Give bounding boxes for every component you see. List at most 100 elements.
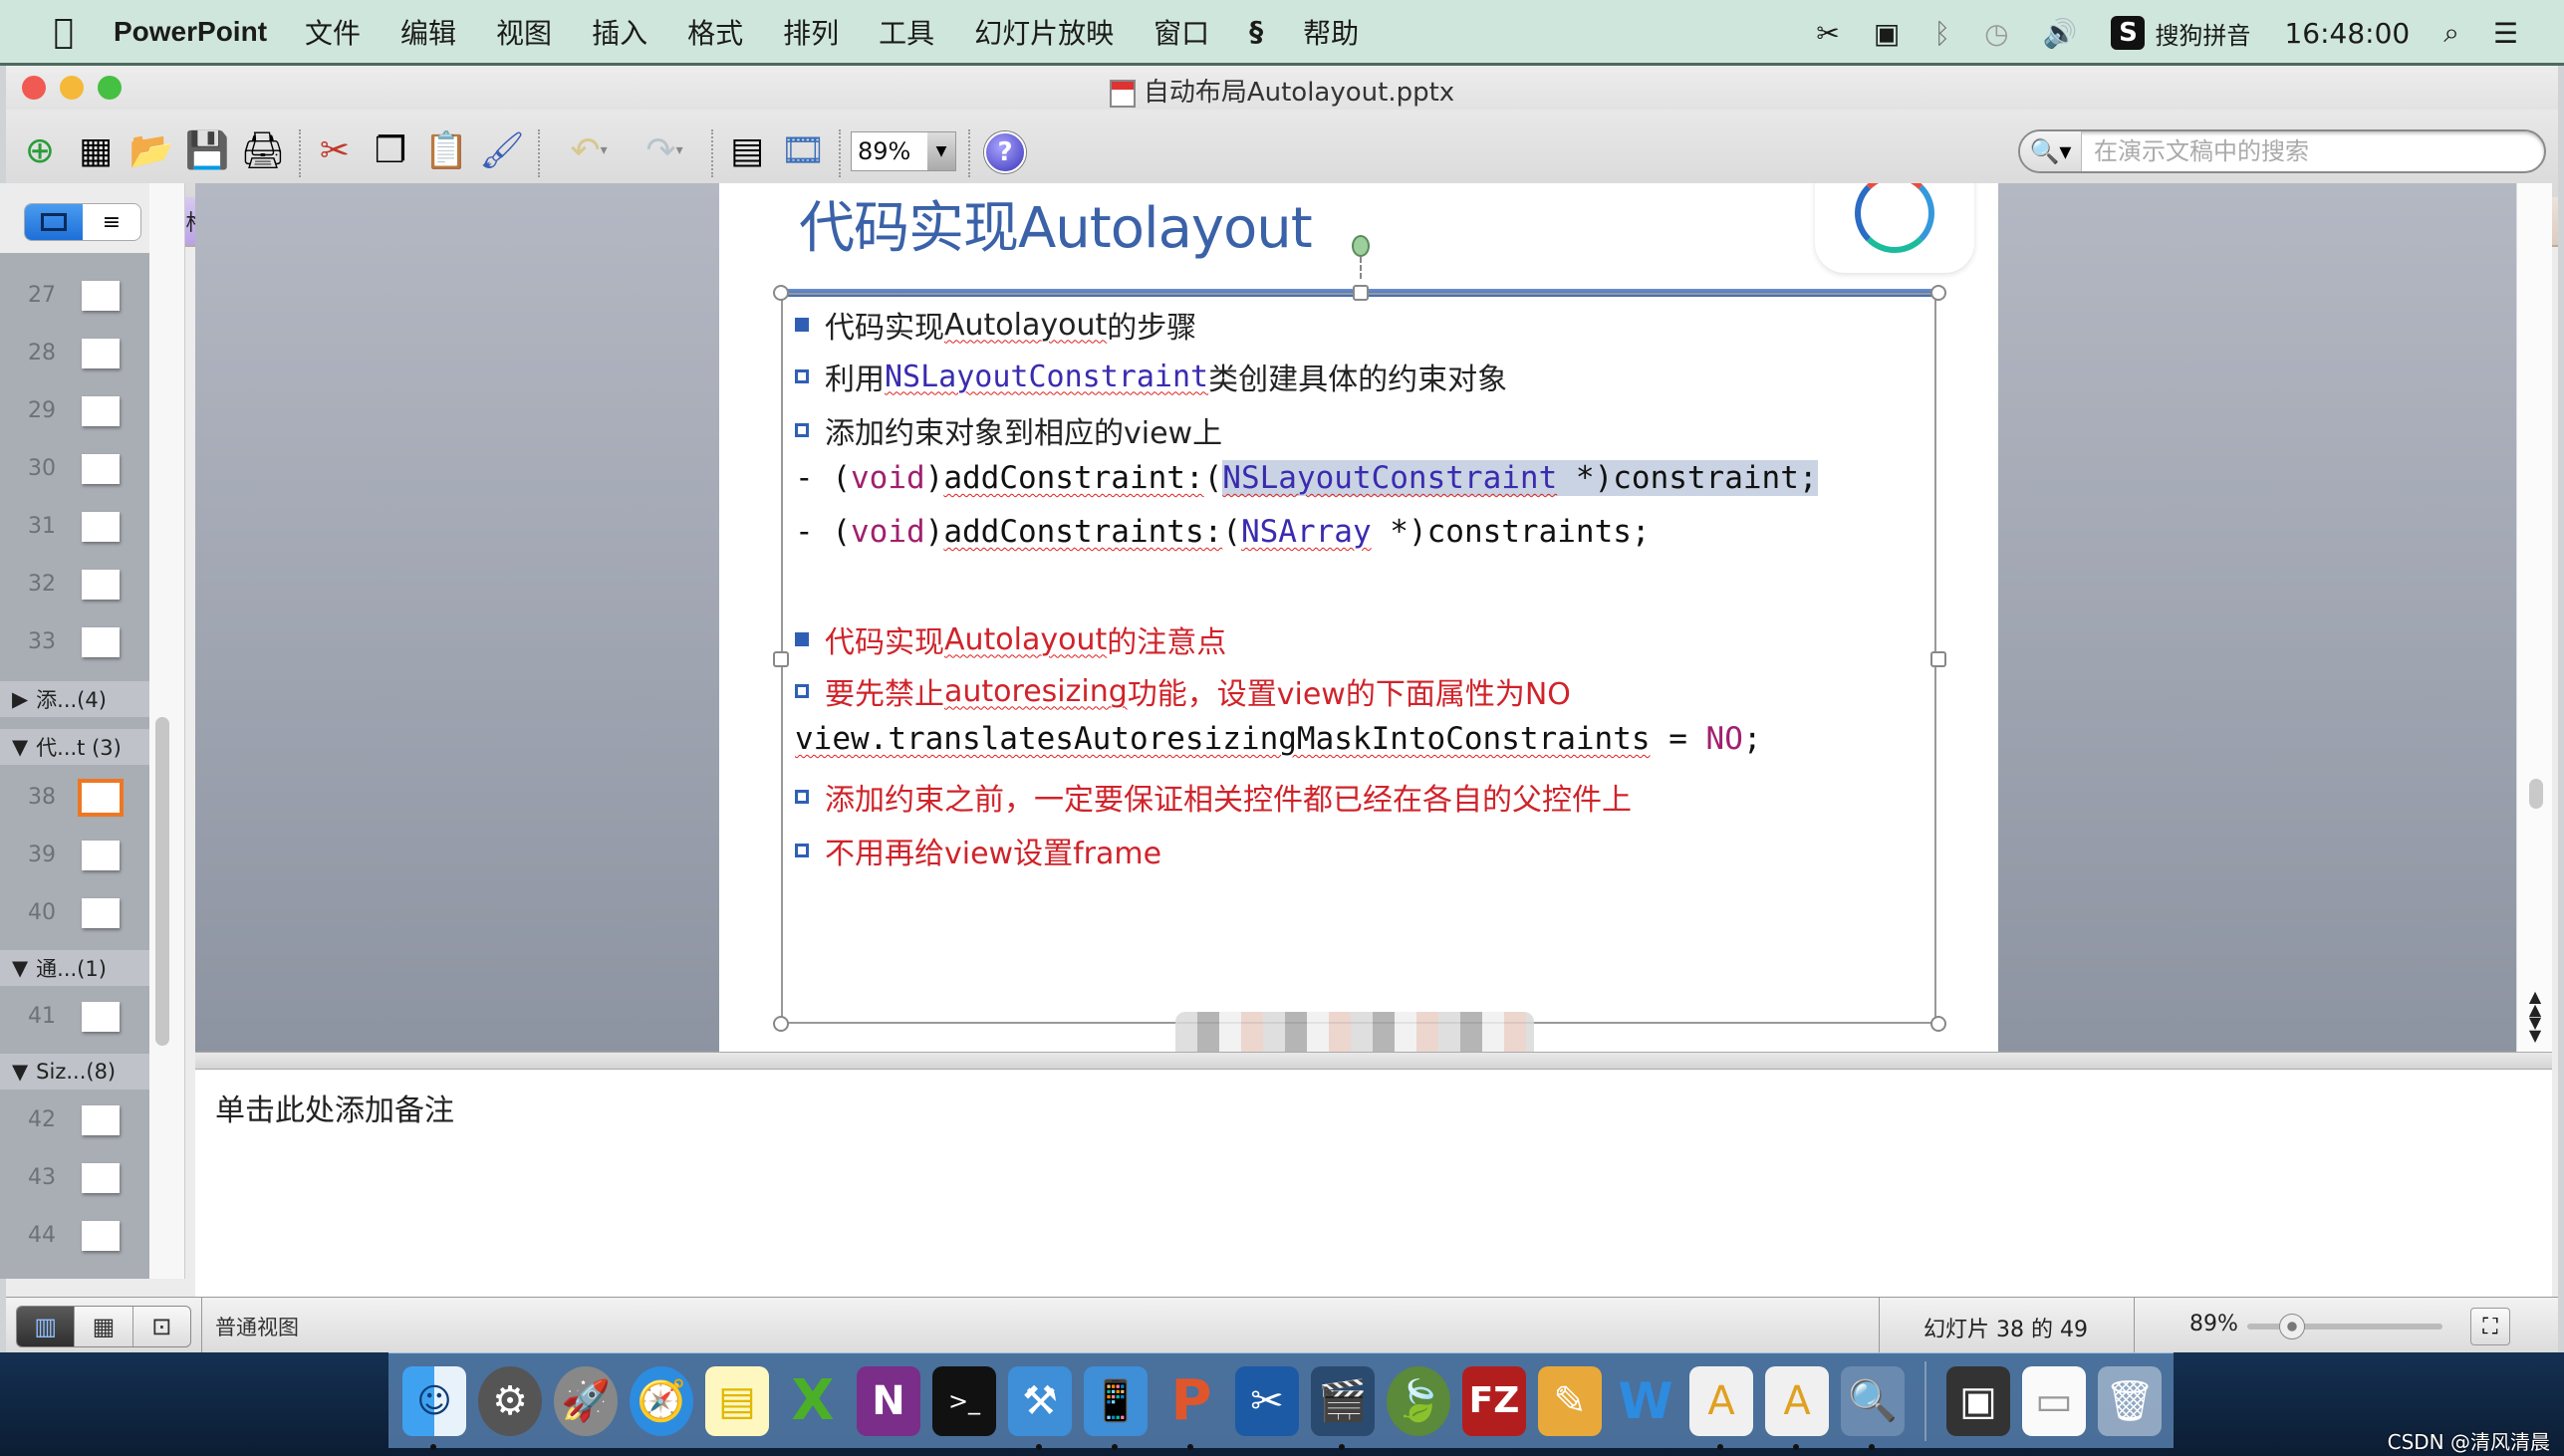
section-header[interactable]: ▶ 添...(4)	[0, 681, 149, 717]
zoom-slider[interactable]	[2247, 1324, 2442, 1330]
dock-excel[interactable]: X	[781, 1366, 845, 1436]
dock-launchpad[interactable]: 🚀	[554, 1365, 618, 1436]
resize-handle-right[interactable]	[1930, 651, 1946, 667]
navigator-scroll-thumb[interactable]	[155, 717, 169, 1046]
menu-insert[interactable]: 插入	[592, 12, 647, 52]
dock-sequel-app[interactable]: 🍃	[1387, 1365, 1450, 1436]
slide-thumbnail-item[interactable]: 33	[0, 617, 149, 675]
dock-system-preferences[interactable]: ⚙	[478, 1365, 542, 1436]
section-header[interactable]: ▼ 通...(1)	[0, 950, 149, 986]
slide-thumbnail[interactable]	[82, 1163, 120, 1193]
format-painter-button[interactable]: 🖌	[478, 125, 526, 175]
dock-trash[interactable]: 🗑	[2098, 1365, 2162, 1436]
slide-thumbnail[interactable]	[82, 570, 120, 600]
spotlight-search-icon[interactable]: ⌕	[2443, 16, 2459, 50]
disclosure-triangle-icon[interactable]: ▶	[12, 687, 28, 711]
resize-handle-left[interactable]	[773, 651, 789, 667]
slide-thumbnail-item[interactable]: 30	[0, 444, 149, 502]
menu-help[interactable]: 帮助	[1303, 12, 1359, 52]
dock-sketch-app[interactable]: ✎	[1538, 1365, 1602, 1436]
copy-button[interactable]: ❐	[367, 125, 414, 175]
menu-view[interactable]: 视图	[496, 12, 552, 52]
input-method[interactable]: S 搜狗拼音	[2111, 16, 2250, 51]
menu-window[interactable]: 窗口	[1154, 12, 1209, 52]
menu-arrange[interactable]: 排列	[783, 12, 839, 52]
dock-terminal[interactable]: >_	[932, 1365, 996, 1436]
search-input[interactable]	[2082, 137, 2544, 165]
disclosure-triangle-icon[interactable]: ▼	[12, 956, 28, 980]
slide-thumbnail[interactable]	[82, 898, 120, 928]
menu-edit[interactable]: 编辑	[400, 12, 456, 52]
dock-onenote[interactable]: N	[857, 1365, 920, 1436]
disclosure-triangle-icon[interactable]: ▼	[12, 735, 28, 759]
resize-handle-bottom-right[interactable]	[1930, 1016, 1946, 1032]
thumbnail-view-button[interactable]	[25, 204, 83, 240]
slide-thumbnail-item[interactable]: 27	[0, 271, 149, 329]
menu-format[interactable]: 格式	[687, 12, 743, 52]
open-button[interactable]: 📂	[128, 125, 175, 175]
slide-thumbnail[interactable]	[82, 281, 120, 311]
new-presentation-button[interactable]: ⊕	[16, 125, 64, 175]
slide-thumbnail-item[interactable]: 44	[0, 1211, 149, 1269]
dock-safari[interactable]: 🧭	[630, 1365, 693, 1436]
save-button[interactable]: 💾	[183, 125, 231, 175]
clock[interactable]: 16:48:00	[2284, 17, 2410, 50]
slide-thumbnail-item[interactable]: 28	[0, 329, 149, 386]
slide-thumbnail[interactable]	[82, 454, 120, 484]
rotate-handle[interactable]	[1352, 235, 1370, 257]
notes-splitter[interactable]	[195, 1052, 2552, 1070]
normal-view-button[interactable]: ▥	[17, 1307, 76, 1346]
dock-screenshot-tool[interactable]: ✂	[1235, 1365, 1299, 1436]
dock-xcode[interactable]: ⚒	[1008, 1365, 1072, 1450]
dock-document-app[interactable]: A	[1689, 1365, 1753, 1450]
resize-handle-top-right[interactable]	[1930, 285, 1946, 301]
notes-pane[interactable]: 单击此处添加备注	[195, 1070, 2552, 1297]
menu-file[interactable]: 文件	[305, 12, 361, 52]
menu-slideshow[interactable]: 幻灯片放映	[974, 12, 1114, 52]
zoom-slider-knob[interactable]	[2279, 1314, 2305, 1339]
volume-icon[interactable]: 🔊	[2043, 17, 2078, 50]
scissors-icon[interactable]: ✂	[1816, 17, 1839, 50]
slide-sorter-button[interactable]: ▦	[75, 1307, 133, 1346]
gallery-button[interactable]: ▦	[72, 125, 120, 175]
prev-next-slide-arrows-icon[interactable]: ▲ ▲ ▼ ▼	[2523, 989, 2547, 1044]
slide-layout-button[interactable]: ▤	[723, 125, 771, 175]
disclosure-triangle-icon[interactable]: ▼	[12, 1060, 28, 1084]
help-button[interactable]: ?	[984, 131, 1026, 173]
paste-button[interactable]: 📋	[422, 125, 470, 175]
resize-handle-top[interactable]	[1353, 285, 1369, 301]
redo-button[interactable]: ↷ ▾	[630, 125, 699, 175]
search-icon[interactable]: 🔍▾	[2020, 131, 2082, 171]
dock-filezilla[interactable]: FZ	[1462, 1365, 1526, 1436]
bluetooth-icon[interactable]: ᛒ	[1933, 17, 1950, 50]
slide-thumbnail-item[interactable]: 29	[0, 386, 149, 444]
slide-thumbnail[interactable]	[82, 396, 120, 426]
apple-menu-icon[interactable]: 	[44, 12, 84, 52]
fit-to-window-button[interactable]: ⛶	[2470, 1308, 2510, 1345]
section-header[interactable]: ▼ Siz...(8)	[0, 1054, 149, 1090]
slide-title[interactable]: 代码实现Autolayout	[799, 183, 1313, 264]
slide-thumbnail[interactable]	[82, 841, 120, 870]
media-browser-button[interactable]: 🎞	[779, 125, 827, 175]
canvas-scroll-thumb[interactable]	[2529, 779, 2543, 809]
undo-button[interactable]: ↶ ▾	[554, 125, 624, 175]
outline-view-button[interactable]: ≡	[83, 204, 140, 240]
chevron-down-icon[interactable]: ▼	[927, 132, 955, 170]
slide-thumbnail-item[interactable]: 43	[0, 1153, 149, 1211]
canvas-scrollbar[interactable]: ▲ ▲ ▼ ▼	[2516, 183, 2552, 1052]
slide-thumbnail[interactable]	[82, 627, 120, 657]
slide-thumbnail[interactable]	[82, 1105, 120, 1135]
slideshow-button[interactable]: ⊡	[133, 1307, 190, 1346]
dock-notes[interactable]: ▤	[705, 1365, 769, 1436]
dock-minimized-window[interactable]: ▣	[1946, 1365, 2010, 1436]
dock-preview[interactable]: 🔍	[1841, 1365, 1905, 1450]
dock-document-app[interactable]: A	[1765, 1365, 1829, 1450]
menu-tools[interactable]: 工具	[879, 12, 934, 52]
dock-powerpoint[interactable]: P	[1159, 1366, 1223, 1450]
dock-video-app[interactable]: 🎬	[1311, 1365, 1375, 1450]
print-button[interactable]: 🖨	[239, 125, 287, 175]
slide-thumbnail[interactable]	[82, 1002, 120, 1032]
slide-thumbnail[interactable]	[82, 512, 120, 542]
notification-center-icon[interactable]: ☰	[2493, 17, 2518, 50]
slide-thumbnail-item[interactable]: 41	[0, 992, 149, 1050]
